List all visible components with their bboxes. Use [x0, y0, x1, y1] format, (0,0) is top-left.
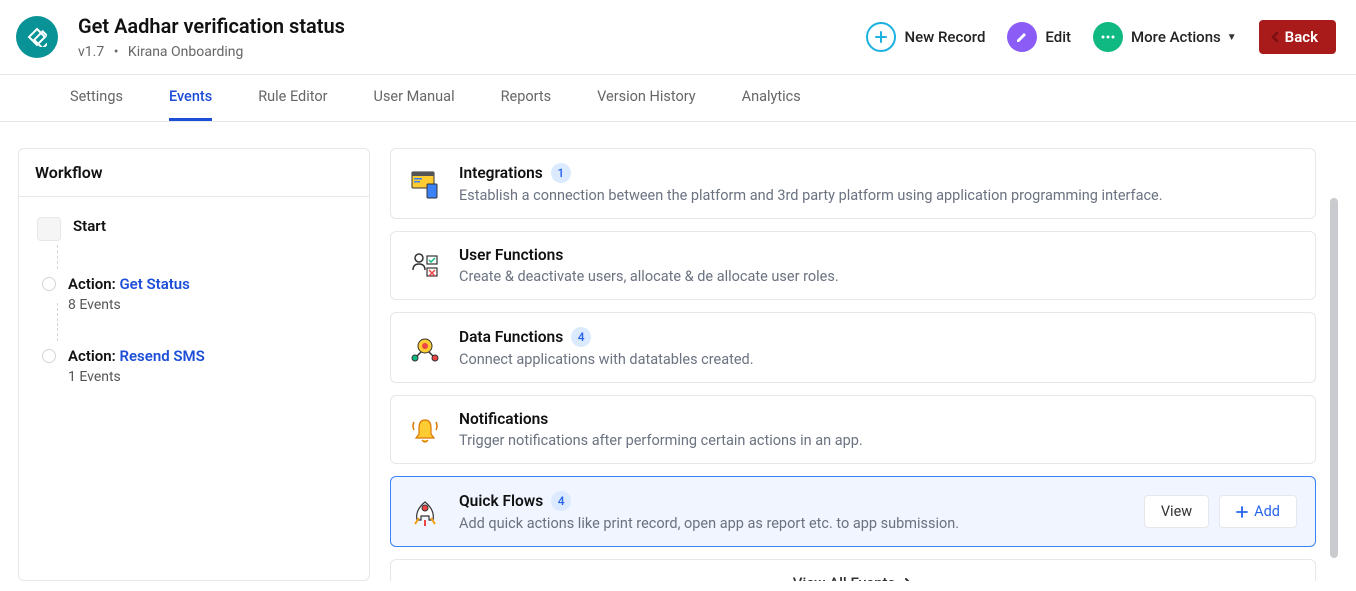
card-description: Trigger notifications after performing c… [459, 432, 1297, 449]
step-events-count: 1 Events [68, 369, 205, 385]
version-label: v1.7 [78, 44, 104, 60]
tab-events[interactable]: Events [169, 75, 212, 121]
view-all-events-button[interactable]: View All Events [390, 559, 1316, 581]
add-label: Add [1254, 503, 1280, 520]
count-badge: 4 [551, 491, 571, 511]
edit-icon [1007, 22, 1037, 52]
integrations-icon [409, 168, 441, 200]
project-label: Kirana Onboarding [128, 44, 243, 60]
notifications-icon [409, 414, 441, 446]
card-title: User Functions [459, 246, 563, 264]
card-data-functions[interactable]: Data Functions 4 Connect applications wi… [390, 312, 1316, 383]
tab-version-history[interactable]: Version History [597, 75, 696, 121]
separator-dot: • [114, 44, 119, 60]
more-icon [1093, 22, 1123, 52]
tab-reports[interactable]: Reports [501, 75, 552, 121]
new-record-button[interactable]: New Record [866, 22, 985, 52]
card-title: Data Functions [459, 328, 563, 346]
workflow-step-get-status[interactable]: Action: Get Status 8 Events [35, 275, 353, 313]
action-node-icon [42, 349, 56, 363]
tabs-nav: Settings Events Rule Editor User Manual … [0, 75, 1356, 122]
connector-line [57, 245, 58, 269]
count-badge: 1 [551, 163, 571, 183]
new-record-label: New Record [904, 28, 985, 46]
tab-settings[interactable]: Settings [70, 75, 123, 121]
sidebar-title: Workflow [19, 149, 369, 197]
header-title-block: Get Aadhar verification status v1.7 • Ki… [78, 14, 866, 60]
view-button[interactable]: View [1144, 495, 1209, 528]
header-actions: New Record Edit More Actions ▼ Back [866, 20, 1336, 54]
chevron-right-icon [903, 578, 913, 581]
chevron-left-icon [1269, 31, 1281, 43]
action-name-link[interactable]: Resend SMS [119, 347, 204, 365]
card-description: Establish a connection between the platf… [459, 187, 1297, 204]
workflow-step-start[interactable]: Start [35, 217, 353, 241]
card-description: Add quick actions like print record, ope… [459, 515, 1126, 532]
page-subtitle: v1.7 • Kirana Onboarding [78, 44, 866, 60]
card-integrations[interactable]: Integrations 1 Establish a connection be… [390, 148, 1316, 219]
count-badge: 4 [571, 327, 591, 347]
user-functions-icon [409, 250, 441, 282]
view-all-label: View All Events [793, 574, 895, 581]
step-label: Start [73, 217, 106, 235]
step-label: Action: Resend SMS [68, 347, 205, 365]
tab-rule-editor[interactable]: Rule Editor [258, 75, 327, 121]
scrollbar[interactable] [1330, 198, 1338, 558]
plus-circle-icon [866, 22, 896, 52]
back-button[interactable]: Back [1259, 20, 1336, 54]
events-panel: Integrations 1 Establish a connection be… [390, 148, 1346, 581]
tab-user-manual[interactable]: User Manual [374, 75, 455, 121]
action-prefix: Action: [68, 347, 119, 365]
workflow-sidebar: Workflow Start Action: Get Status 8 Even… [18, 148, 370, 581]
workflow-step-resend-sms[interactable]: Action: Resend SMS 1 Events [35, 347, 353, 385]
card-title: Integrations [459, 164, 543, 182]
page-header: Get Aadhar verification status v1.7 • Ki… [0, 0, 1356, 75]
action-node-icon [42, 277, 56, 291]
card-quick-flows[interactable]: Quick Flows 4 Add quick actions like pri… [390, 476, 1316, 547]
data-functions-icon [409, 332, 441, 364]
content-area: Workflow Start Action: Get Status 8 Even… [0, 122, 1356, 591]
start-node-icon [37, 217, 61, 241]
quick-flows-icon [409, 496, 441, 528]
card-title: Notifications [459, 410, 548, 428]
step-events-count: 8 Events [68, 297, 190, 313]
chevron-down-icon: ▼ [1227, 32, 1237, 43]
more-actions-button[interactable]: More Actions ▼ [1093, 22, 1237, 52]
back-label: Back [1285, 28, 1318, 46]
plus-icon [1236, 506, 1248, 518]
tab-analytics[interactable]: Analytics [742, 75, 801, 121]
card-title: Quick Flows [459, 492, 543, 510]
add-button[interactable]: Add [1219, 495, 1297, 528]
action-name-link[interactable]: Get Status [119, 275, 189, 293]
step-label: Action: Get Status [68, 275, 190, 293]
edit-label: Edit [1045, 28, 1071, 46]
workflow-steps: Start Action: Get Status 8 Events [19, 197, 369, 439]
more-actions-label: More Actions [1131, 28, 1221, 46]
connector-line [57, 303, 58, 341]
card-user-functions[interactable]: User Functions Create & deactivate users… [390, 231, 1316, 300]
card-notifications[interactable]: Notifications Trigger notifications afte… [390, 395, 1316, 464]
action-prefix: Action: [68, 275, 119, 293]
page-title: Get Aadhar verification status [78, 14, 866, 38]
card-description: Connect applications with datatables cre… [459, 351, 1297, 368]
edit-button[interactable]: Edit [1007, 22, 1071, 52]
app-logo-icon [16, 16, 58, 58]
card-description: Create & deactivate users, allocate & de… [459, 268, 1297, 285]
event-cards-list: Integrations 1 Establish a connection be… [390, 148, 1346, 581]
